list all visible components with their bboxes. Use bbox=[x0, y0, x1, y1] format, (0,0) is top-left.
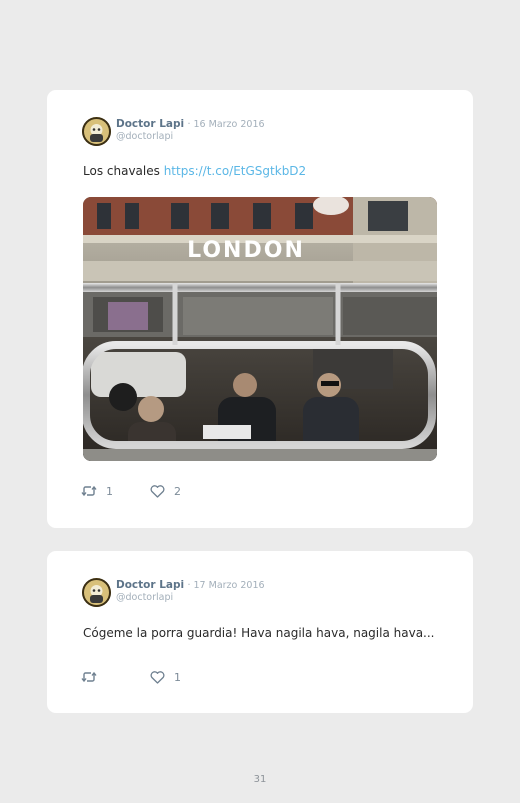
retweet-icon bbox=[81, 670, 97, 684]
tweet-date: · 16 Marzo 2016 bbox=[187, 119, 265, 130]
author-handle[interactable]: @doctorlapi bbox=[116, 131, 265, 143]
photo-sign-text: LONDON bbox=[187, 238, 305, 263]
avatar[interactable] bbox=[82, 117, 111, 146]
like-count: 1 bbox=[174, 670, 181, 684]
like-button[interactable]: 2 bbox=[150, 482, 181, 500]
tweet-date: · 17 Marzo 2016 bbox=[187, 580, 265, 591]
tweet-text-body: Los chavales bbox=[83, 164, 160, 178]
tweet-text: Los chavales https://t.co/EtGSgtkbD2 bbox=[83, 164, 306, 178]
retweet-count: 1 bbox=[106, 484, 113, 498]
page-number: 31 bbox=[253, 774, 267, 785]
tweet-text: Cógeme la porra guardia! Hava nagila hav… bbox=[83, 626, 435, 640]
tweet-card: Doctor Lapi · 17 Marzo 2016 @doctorlapi … bbox=[47, 551, 473, 713]
tweet-text-body: Cógeme la porra guardia! Hava nagila hav… bbox=[83, 626, 435, 640]
avatar[interactable] bbox=[82, 578, 111, 607]
retweet-icon bbox=[81, 484, 97, 498]
like-count: 2 bbox=[174, 484, 181, 498]
author-name[interactable]: Doctor Lapi bbox=[116, 118, 184, 130]
tweet-link[interactable]: https://t.co/EtGSgtkbD2 bbox=[164, 164, 306, 178]
heart-icon bbox=[150, 484, 165, 498]
retweet-button[interactable]: 1 bbox=[81, 482, 113, 500]
tweet-card: Doctor Lapi · 16 Marzo 2016 @doctorlapi … bbox=[47, 90, 473, 528]
author-handle[interactable]: @doctorlapi bbox=[116, 592, 265, 604]
like-button[interactable]: 1 bbox=[150, 668, 181, 686]
tweet-photo[interactable]: LONDON bbox=[83, 197, 437, 461]
heart-icon bbox=[150, 670, 165, 684]
author-name[interactable]: Doctor Lapi bbox=[116, 579, 184, 591]
retweet-button[interactable] bbox=[81, 668, 106, 686]
